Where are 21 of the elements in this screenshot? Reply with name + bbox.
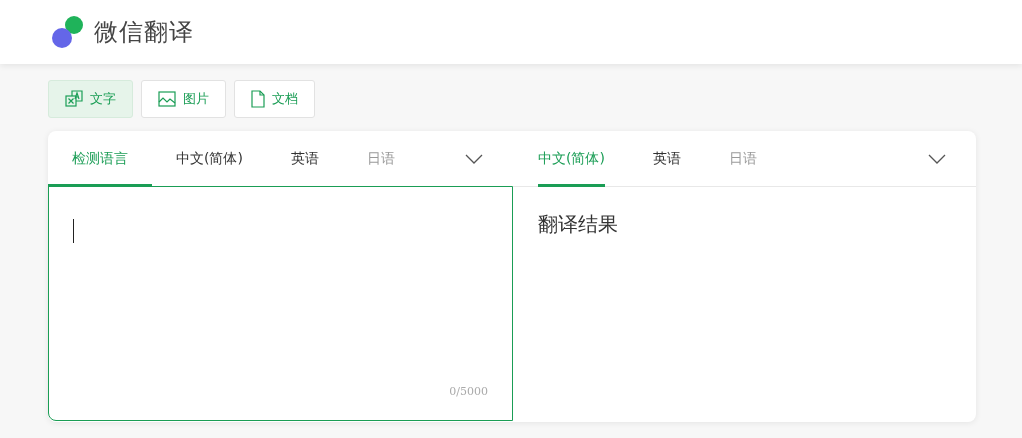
- language-tab[interactable]: 检测语言: [48, 131, 152, 186]
- mode-tab[interactable]: 文字: [48, 80, 133, 118]
- app-title: 微信翻译: [94, 17, 194, 48]
- language-tab[interactable]: 中文(简体): [152, 131, 267, 186]
- mode-tab[interactable]: 文档: [234, 80, 315, 118]
- logo-icon: [52, 16, 84, 48]
- text-cursor: [73, 219, 74, 243]
- language-tab[interactable]: 日语: [342, 131, 419, 186]
- mode-tab[interactable]: 图片: [141, 80, 226, 118]
- language-tab[interactable]: 英语: [266, 131, 343, 186]
- language-tab[interactable]: 英语: [628, 131, 705, 186]
- chevron-down-icon[interactable]: [928, 153, 946, 164]
- input-field[interactable]: 0/5000: [48, 186, 513, 421]
- result-text: 翻译结果: [538, 211, 619, 238]
- document-icon: [251, 90, 265, 108]
- translate-icon: [65, 90, 83, 108]
- language-tab[interactable]: 日语: [704, 131, 781, 186]
- character-counter: 0/5000: [449, 385, 488, 398]
- chevron-down-icon[interactable]: [465, 153, 483, 164]
- image-icon: [158, 91, 176, 107]
- language-tab[interactable]: 中文(简体): [538, 131, 629, 186]
